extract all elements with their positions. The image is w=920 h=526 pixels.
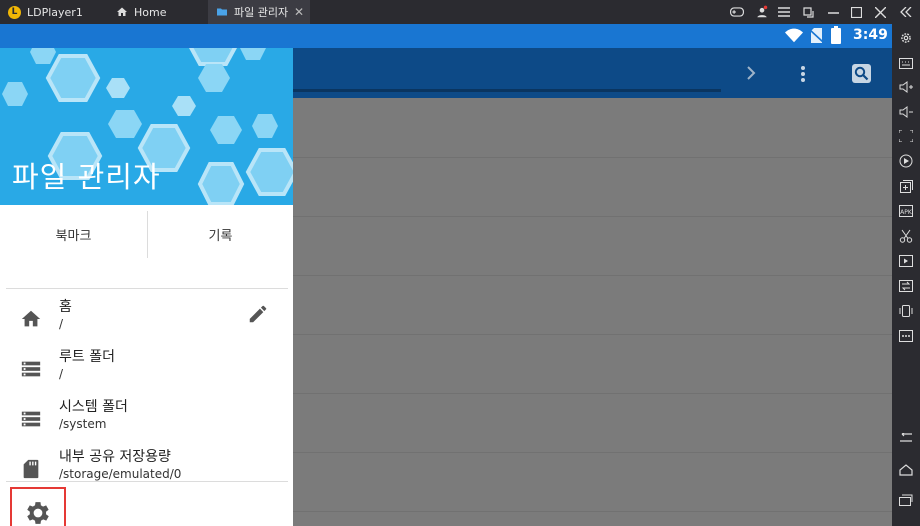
no-sim-icon <box>810 28 823 43</box>
list-divider <box>293 157 892 158</box>
gamepad-icon[interactable] <box>729 4 745 20</box>
collapse-sidebar-icon[interactable] <box>898 4 914 20</box>
list-divider <box>293 275 892 276</box>
android-screen: 3:49 파일 관리자 북마크 기록 홈 / 루트 폴더 / 시스템 폴더 /s… <box>0 24 892 526</box>
volume-up-icon[interactable] <box>898 79 914 95</box>
chevron-right-icon[interactable] <box>746 66 756 80</box>
drawer-header: 파일 관리자 <box>0 48 293 205</box>
drawer-title: 파일 관리자 <box>12 160 161 194</box>
drawer-item-path: /system <box>59 417 107 431</box>
navigation-drawer: 파일 관리자 북마크 기록 홈 / 루트 폴더 / 시스템 폴더 /system… <box>0 48 293 526</box>
maximize-icon[interactable] <box>848 4 864 20</box>
drawer-item-system[interactable]: 시스템 폴더 /system <box>0 395 293 443</box>
drawer-item-path: / <box>59 367 64 381</box>
emulator-toolbar: APK <box>892 24 920 526</box>
home-icon <box>21 310 41 327</box>
pencil-icon[interactable] <box>247 303 269 325</box>
account-icon[interactable] <box>754 4 770 20</box>
menu-icon[interactable] <box>776 4 792 20</box>
svg-text:APK: APK <box>900 209 913 216</box>
drawer-divider <box>6 481 288 482</box>
keyboard-icon[interactable] <box>898 55 914 71</box>
list-divider <box>293 393 892 394</box>
minimize-icon[interactable] <box>825 4 841 20</box>
drawer-divider <box>6 288 288 289</box>
drawer-item-name: 홈 <box>59 299 72 315</box>
tab-file-manager[interactable]: 파일 관리자 ✕ <box>208 0 310 24</box>
more-vert-icon[interactable] <box>800 65 806 83</box>
settings-icon[interactable] <box>898 30 914 46</box>
tab-home-label: Home <box>134 5 167 19</box>
drawer-item-path: / <box>59 317 64 331</box>
list-divider <box>293 511 892 512</box>
close-tab-icon[interactable]: ✕ <box>294 5 304 19</box>
ldplayer-logo-icon: L <box>8 5 21 19</box>
segment-bookmarks[interactable]: 북마크 <box>0 209 147 259</box>
recent-apps-icon[interactable] <box>898 492 914 508</box>
tab-indicator <box>293 89 721 92</box>
app-tab-label: LDPlayer1 <box>27 5 83 19</box>
shake-icon[interactable] <box>898 303 914 319</box>
folder-icon <box>217 8 227 16</box>
sync-icon[interactable] <box>898 278 914 294</box>
storage-list-icon <box>21 361 41 377</box>
emulator-titlebar: L LDPlayer1 Home 파일 관리자 ✕ <box>0 0 920 24</box>
resolution-icon[interactable] <box>898 128 914 144</box>
segment-history[interactable]: 기록 <box>148 209 293 259</box>
status-clock: 3:49 <box>853 27 888 43</box>
volume-down-icon[interactable] <box>898 104 914 120</box>
drawer-item-name: 시스템 폴더 <box>59 399 128 415</box>
settings-gear-icon <box>27 502 49 524</box>
wifi-icon <box>785 28 803 43</box>
list-divider <box>293 334 892 335</box>
play-record-icon[interactable] <box>898 153 914 169</box>
video-icon[interactable] <box>898 253 914 269</box>
drawer-item-path: /storage/emulated/0 <box>59 467 182 481</box>
drawer-item-root[interactable]: 루트 폴더 / <box>0 345 293 393</box>
drawer-item-name: 루트 폴더 <box>59 349 115 365</box>
back-icon[interactable] <box>898 430 914 446</box>
settings-button[interactable] <box>10 487 66 526</box>
close-window-icon[interactable] <box>872 4 888 20</box>
add-window-icon[interactable] <box>898 178 914 194</box>
tab-file-manager-label: 파일 관리자 <box>234 6 289 19</box>
drawer-item-name: 내부 공유 저장용량 <box>59 449 171 465</box>
android-home-icon[interactable] <box>898 462 914 478</box>
list-divider <box>293 216 892 217</box>
scissors-icon[interactable] <box>898 228 914 244</box>
list-divider <box>293 452 892 453</box>
app-tab[interactable]: L LDPlayer1 <box>0 0 103 24</box>
battery-icon <box>831 26 841 44</box>
restore-icon[interactable] <box>800 4 816 20</box>
drawer-item-home[interactable]: 홈 / <box>0 295 293 343</box>
tab-home[interactable]: Home <box>108 0 204 24</box>
search-icon[interactable] <box>852 64 871 83</box>
home-icon <box>117 7 127 16</box>
storage-list-icon <box>21 411 41 427</box>
sd-card-icon <box>23 459 39 479</box>
drawer-item-internal-storage[interactable]: 내부 공유 저장용량 /storage/emulated/0 <box>0 445 293 493</box>
more-options-icon[interactable] <box>898 328 914 344</box>
status-bar: 3:49 <box>0 24 892 48</box>
apk-install-icon[interactable]: APK <box>898 203 914 219</box>
